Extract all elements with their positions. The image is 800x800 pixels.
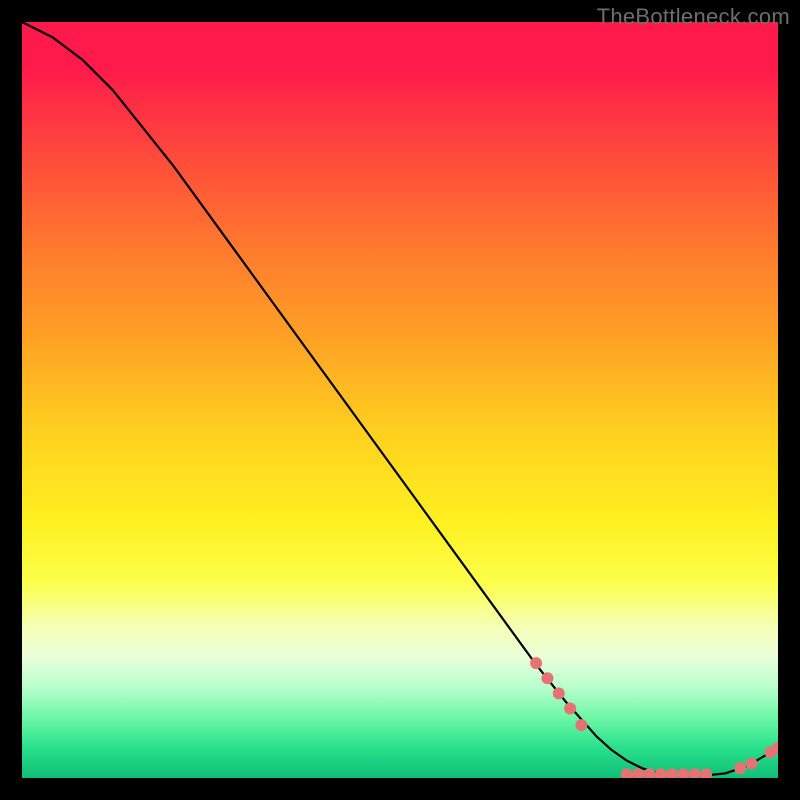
data-marker [734, 762, 746, 774]
data-marker [666, 768, 678, 778]
data-marker [530, 657, 542, 669]
chart-svg-overlay [22, 22, 778, 778]
chart-plot-area [22, 22, 778, 778]
data-marker [689, 768, 701, 778]
data-marker [655, 768, 667, 778]
data-marker [746, 758, 758, 770]
data-marker [678, 768, 690, 778]
data-marker [553, 687, 565, 699]
data-marker [564, 702, 576, 714]
data-marker [632, 768, 644, 778]
chart-frame: TheBottleneck.com [0, 0, 800, 800]
main-curve [22, 22, 778, 776]
data-marker [541, 672, 553, 684]
data-marker [575, 719, 587, 731]
data-marker [621, 768, 633, 778]
data-marker [700, 768, 712, 778]
watermark-text: TheBottleneck.com [597, 4, 790, 30]
marker-layer [530, 657, 778, 778]
